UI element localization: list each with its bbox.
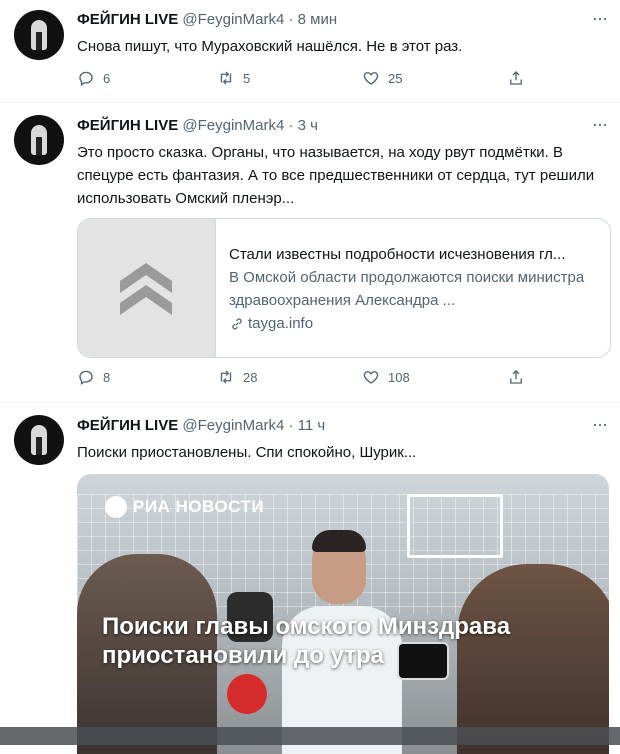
tweet-text: Это просто сказка. Органы, что называетс… (77, 144, 595, 207)
retweet-button[interactable]: 5 (217, 69, 250, 87)
author-name[interactable]: ФЕЙГИН LIVE (77, 417, 178, 434)
tweet-photo[interactable]: РИА НОВОСТИ Поиски главы омского Минздра… (77, 474, 609, 754)
retweet-button[interactable]: 28 (217, 368, 257, 386)
reply-button[interactable]: 6 (77, 69, 110, 87)
tweet-text: Поиски приостановлены. Спи спокойно, Шур… (77, 444, 417, 461)
reply-icon (79, 71, 93, 87)
avatar[interactable] (14, 115, 64, 165)
more-options-icon[interactable]: ··· (592, 414, 608, 435)
ria-logo-text: РИА НОВОСТИ (133, 497, 265, 516)
like-count: 25 (388, 70, 403, 86)
share-icon (510, 71, 522, 85)
microphone (227, 674, 267, 714)
author-name[interactable]: ФЕЙГИН LIVE (77, 11, 178, 28)
separator-dot: · (288, 117, 294, 134)
tweet-time[interactable]: 11 ч (298, 417, 326, 434)
retweet-count: 5 (243, 70, 251, 86)
author-name[interactable]: ФЕЙГИН LIVE (77, 117, 178, 134)
reply-count: 8 (103, 369, 111, 385)
backboard (407, 494, 503, 558)
author-handle[interactable]: @FeyginMark4 (182, 11, 284, 28)
like-count: 108 (388, 369, 410, 385)
separator-dot: · (288, 11, 294, 28)
author-handle[interactable]: @FeyginMark4 (182, 417, 284, 434)
share-button[interactable] (507, 69, 525, 87)
link-card[interactable]: Стали известны подробности исчезновения … (77, 218, 611, 358)
heart-icon (363, 72, 379, 85)
like-button[interactable]: 108 (362, 368, 410, 386)
like-button[interactable]: 25 (362, 69, 402, 87)
more-options-icon[interactable]: ··· (592, 114, 608, 135)
heart-icon (363, 371, 379, 384)
card-description: В Омской области продолжаются поиски мин… (229, 269, 585, 309)
link-thumbnail (78, 219, 216, 357)
reply-icon (79, 370, 93, 386)
tweet-time[interactable]: 8 мин (298, 11, 338, 28)
author-handle[interactable]: @FeyginMark4 (182, 117, 284, 134)
link-icon (232, 318, 242, 329)
share-icon (510, 370, 522, 384)
retweet-count: 28 (243, 369, 258, 385)
share-button[interactable] (507, 368, 525, 386)
tweet-actions: 6 5 25 (77, 69, 537, 89)
tweet-text: Снова пишут, что Мураховский нашёлся. Не… (77, 38, 463, 55)
ria-logo-icon (105, 496, 127, 518)
bottom-bar (0, 727, 620, 745)
separator-dot: · (288, 417, 294, 434)
tweet-time[interactable]: 3 ч (298, 117, 318, 134)
reply-count: 6 (103, 70, 111, 86)
tweet-1[interactable]: ФЕЙГИН LIVE @FeyginMark4 · 8 мин ··· Сно… (0, 0, 620, 103)
card-title: Стали известны подробности исчезновения … (229, 246, 566, 263)
chevron-up-logo-icon (120, 263, 172, 315)
tweet-2[interactable]: ФЕЙГИН LIVE @FeyginMark4 · 3 ч ··· Это п… (0, 103, 620, 403)
ria-logo: РИА НОВОСТИ (105, 496, 264, 518)
reply-button[interactable]: 8 (77, 368, 110, 386)
avatar[interactable] (14, 10, 64, 60)
photo-headline: Поиски главы омского Минздрава приостано… (102, 613, 511, 669)
card-domain: tayga.info (229, 312, 599, 335)
retweet-icon (220, 370, 232, 384)
avatar[interactable] (14, 415, 64, 465)
tweet-actions: 8 28 108 (77, 368, 537, 388)
retweet-icon (220, 71, 232, 85)
card-domain-text: tayga.info (248, 315, 314, 332)
more-options-icon[interactable]: ··· (592, 8, 608, 29)
